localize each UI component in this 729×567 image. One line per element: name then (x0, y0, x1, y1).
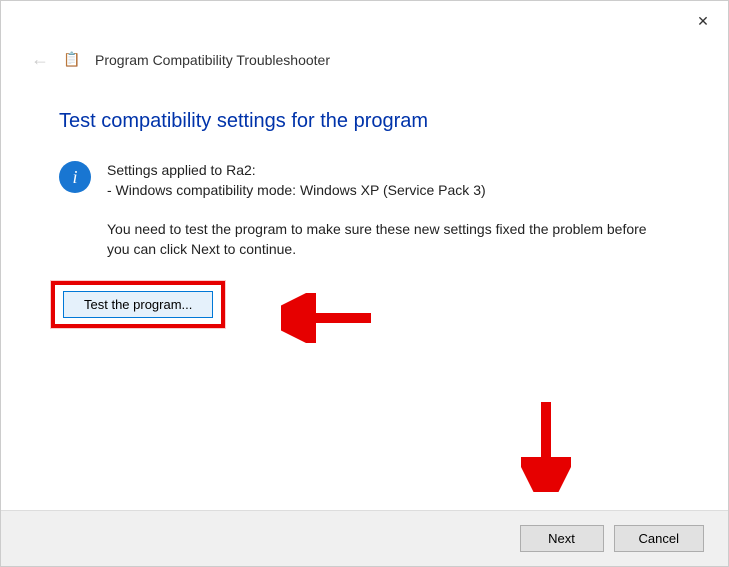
instruction-text: You need to test the program to make sur… (107, 220, 667, 259)
back-arrow-icon[interactable]: ← (31, 49, 49, 70)
content-area: Test compatibility settings for the prog… (1, 70, 728, 328)
test-program-button[interactable]: Test the program... (63, 291, 213, 318)
info-text: Settings applied to Ra2: - Windows compa… (107, 161, 667, 259)
cancel-button[interactable]: Cancel (614, 525, 704, 552)
page-heading: Test compatibility settings for the prog… (59, 110, 673, 133)
next-button[interactable]: Next (520, 525, 604, 552)
info-row: i Settings applied to Ra2: - Windows com… (59, 161, 673, 259)
footer-buttons: Next Cancel (1, 510, 728, 566)
compat-mode-line: - Windows compatibility mode: Windows XP… (107, 181, 667, 201)
annotation-arrow-down (521, 392, 571, 492)
app-title: Program Compatibility Troubleshooter (95, 52, 330, 68)
app-icon: 📋 (63, 51, 81, 69)
settings-applied-line: Settings applied to Ra2: (107, 161, 667, 181)
test-button-container: Test the program... (51, 281, 673, 328)
close-icon[interactable]: ✕ (696, 14, 710, 28)
info-icon: i (59, 161, 91, 193)
wizard-header: ← 📋 Program Compatibility Troubleshooter (1, 49, 728, 70)
highlight-box: Test the program... (51, 281, 225, 328)
titlebar: ✕ (1, 1, 728, 41)
